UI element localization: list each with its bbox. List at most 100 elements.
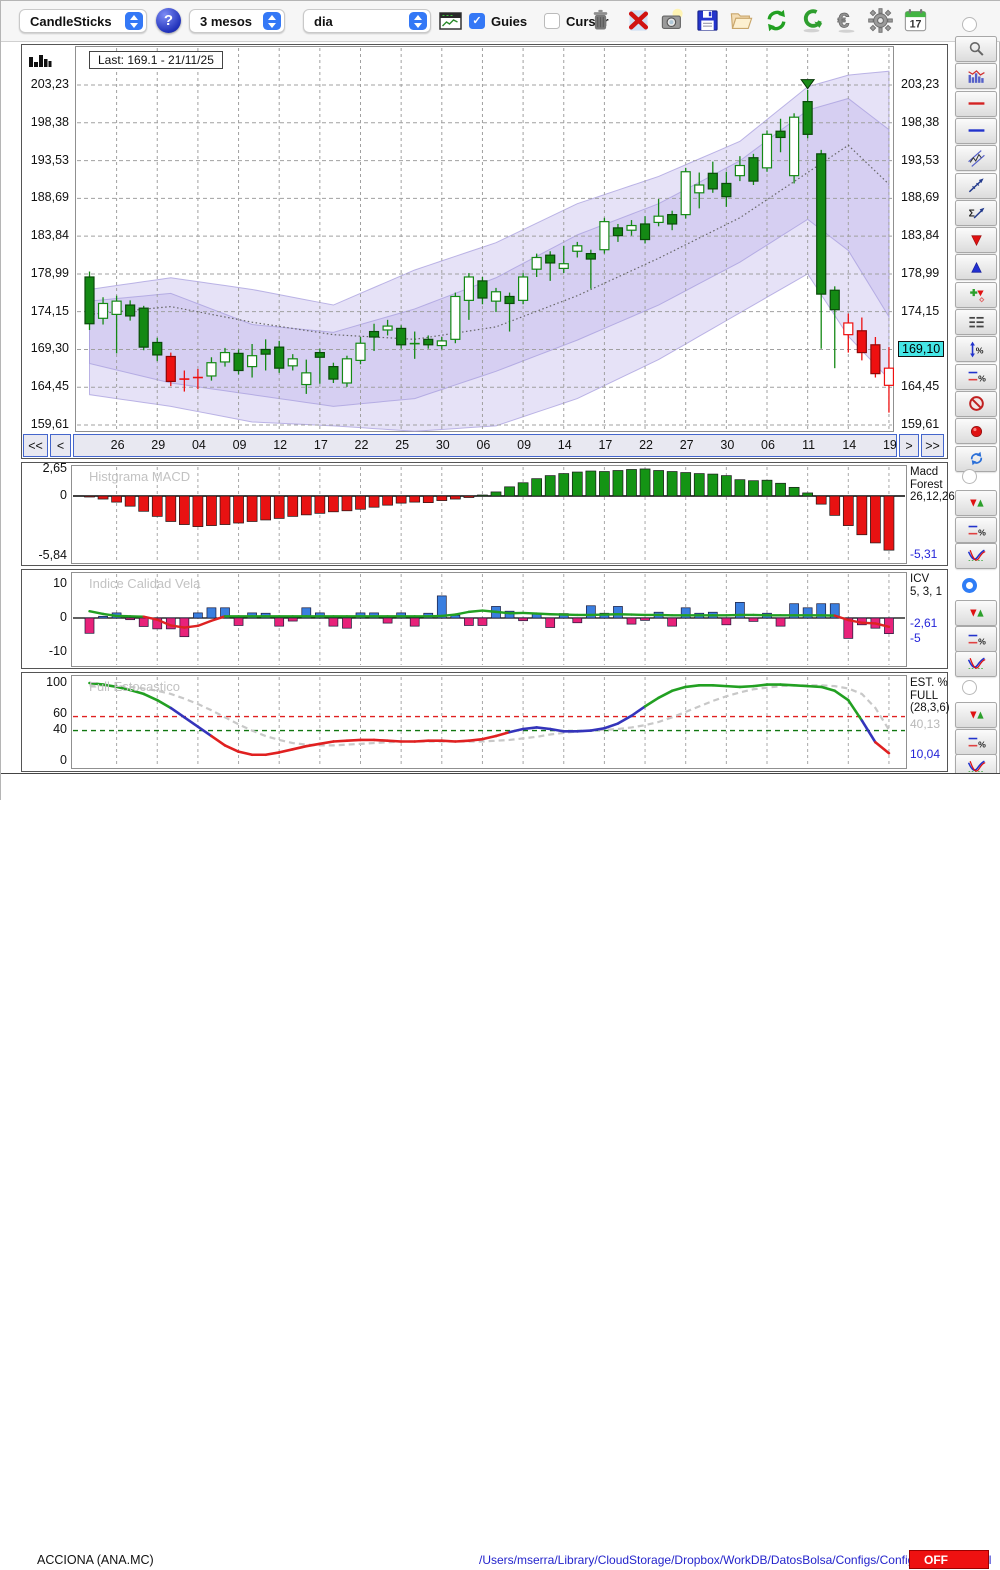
percent-lines-icon: % [967, 367, 986, 386]
save-button[interactable] [694, 7, 721, 34]
delete-x-button[interactable] [625, 7, 652, 34]
arrow-up-blue-button[interactable] [955, 254, 997, 280]
updown-arrows-button[interactable] [955, 490, 997, 516]
date-tick-label: 09 [512, 438, 536, 452]
updown-arrows-button[interactable] [955, 600, 997, 626]
stoch-panel-radio[interactable] [962, 680, 977, 695]
refresh-button[interactable] [763, 7, 790, 34]
calendar-icon: 17 [902, 7, 929, 34]
calendar-button[interactable]: 17 [902, 7, 929, 34]
refresh-blue-button[interactable] [955, 446, 997, 472]
current-price-tag: 169,10 [898, 341, 944, 357]
app-window: { "toolbar": { "chart_type_select": {"va… [0, 0, 1000, 800]
percent-lines-button[interactable]: % [955, 517, 997, 543]
interval-select[interactable]: dia [303, 9, 431, 33]
percent-lines-icon: % [967, 521, 986, 540]
interval-value: dia [314, 14, 333, 29]
date-tick-label: 04 [187, 438, 211, 452]
updown-arrows-icon [967, 706, 986, 725]
chart-type-select[interactable]: CandleSticks [19, 9, 147, 33]
forbidden-icon [967, 394, 986, 413]
stoch-slow-value: 40,13 [910, 717, 940, 731]
percent-lines-button[interactable]: % [955, 626, 997, 652]
help-button[interactable]: ? [156, 8, 181, 33]
svg-text:€: € [838, 8, 850, 32]
add-signals-button[interactable] [955, 282, 997, 308]
macd-right-line: Forest [910, 479, 955, 492]
red-line-icon [967, 94, 986, 113]
percent-lines-button[interactable]: % [955, 364, 997, 390]
date-tick-label: 17 [309, 438, 333, 452]
period-select[interactable]: 3 mesos [189, 9, 285, 33]
icv-value: -2,61 [910, 616, 937, 630]
stepper-icon [263, 12, 281, 30]
macd-tick-label: -5,84 [23, 548, 67, 562]
nav-next-button[interactable]: > [899, 434, 919, 457]
main-panel-radio[interactable] [962, 17, 977, 32]
nav-last-button[interactable]: >> [921, 434, 944, 457]
delete-x-icon [625, 7, 652, 34]
stoch-fast-value: 10,04 [910, 747, 940, 761]
zoom-button[interactable] [955, 36, 997, 62]
trendline-button[interactable] [955, 173, 997, 199]
macd-panel-radio[interactable] [962, 469, 977, 484]
levels-button[interactable] [955, 309, 997, 335]
icv-right-line: 5, 3, 1 [910, 586, 942, 599]
stoch-tick-label: 0 [23, 753, 67, 767]
price-tick-label: 203,23 [23, 77, 69, 91]
settings-gear-button[interactable] [867, 7, 894, 34]
record-button[interactable] [955, 418, 997, 444]
arrow-down-red-icon [967, 231, 986, 250]
svg-text:17: 17 [910, 18, 922, 30]
nav-first-button[interactable]: << [23, 434, 48, 457]
camera-button[interactable] [659, 7, 686, 34]
nav-prev-button[interactable]: < [50, 434, 71, 457]
help-label: ? [164, 12, 173, 29]
curves-button[interactable] [955, 543, 997, 569]
stepper-icon [125, 12, 143, 30]
trash-button[interactable] [587, 7, 614, 34]
record-icon [967, 422, 986, 441]
measure-percent-button[interactable]: % [955, 336, 997, 362]
red-line-button[interactable] [955, 91, 997, 117]
sigma-trend-button[interactable]: Σ [955, 200, 997, 226]
chart-settings-icon[interactable] [438, 11, 463, 31]
cursor-checkbox[interactable] [544, 13, 560, 29]
date-tick-label: 25 [390, 438, 414, 452]
guies-checkbox[interactable] [469, 13, 485, 29]
stochastic-chart [71, 675, 907, 769]
price-tick-label: 164,45 [23, 379, 69, 393]
channel-icon [967, 149, 986, 168]
levels-icon [967, 313, 986, 332]
stoch-right-line: EST. % [910, 677, 950, 690]
curves-button[interactable] [955, 651, 997, 677]
off-toggle[interactable]: OFF [909, 1550, 989, 1569]
price-tick-label: 193,53 [901, 153, 947, 167]
mini-histogram-icon[interactable] [27, 50, 53, 70]
sigma-trend-icon: Σ [967, 203, 986, 222]
price-tick-label: 169,30 [23, 341, 69, 355]
curves-icon [967, 655, 986, 674]
price-tick-label: 174,15 [901, 304, 947, 318]
symbol-label: ACCIONA (ANA.MC) [37, 1553, 154, 1567]
percent-lines-icon: % [967, 733, 986, 752]
date-tick-label: 30 [431, 438, 455, 452]
channel-button[interactable] [955, 145, 997, 171]
forbidden-button[interactable] [955, 391, 997, 417]
measure-percent-icon: % [967, 340, 986, 359]
macd-tick-label: 2,65 [23, 461, 67, 475]
blue-line-button[interactable] [955, 118, 997, 144]
icv-tick-label: -10 [23, 644, 67, 658]
icv-panel-radio[interactable] [962, 578, 977, 593]
toolbar: CandleSticks ? 3 mesos dia Guies Cursor … [1, 1, 1000, 42]
sync-button[interactable] [798, 7, 825, 34]
icv-right-line: ICV [910, 573, 942, 586]
arrow-down-red-button[interactable] [955, 227, 997, 253]
euro-button[interactable]: € [833, 7, 860, 34]
open-folder-button[interactable] [728, 7, 755, 34]
updown-arrows-button[interactable] [955, 702, 997, 728]
stoch-tick-label: 60 [23, 706, 67, 720]
date-tick-label: 26 [106, 438, 130, 452]
minichart-button[interactable] [955, 63, 997, 89]
percent-lines-button[interactable]: % [955, 729, 997, 755]
